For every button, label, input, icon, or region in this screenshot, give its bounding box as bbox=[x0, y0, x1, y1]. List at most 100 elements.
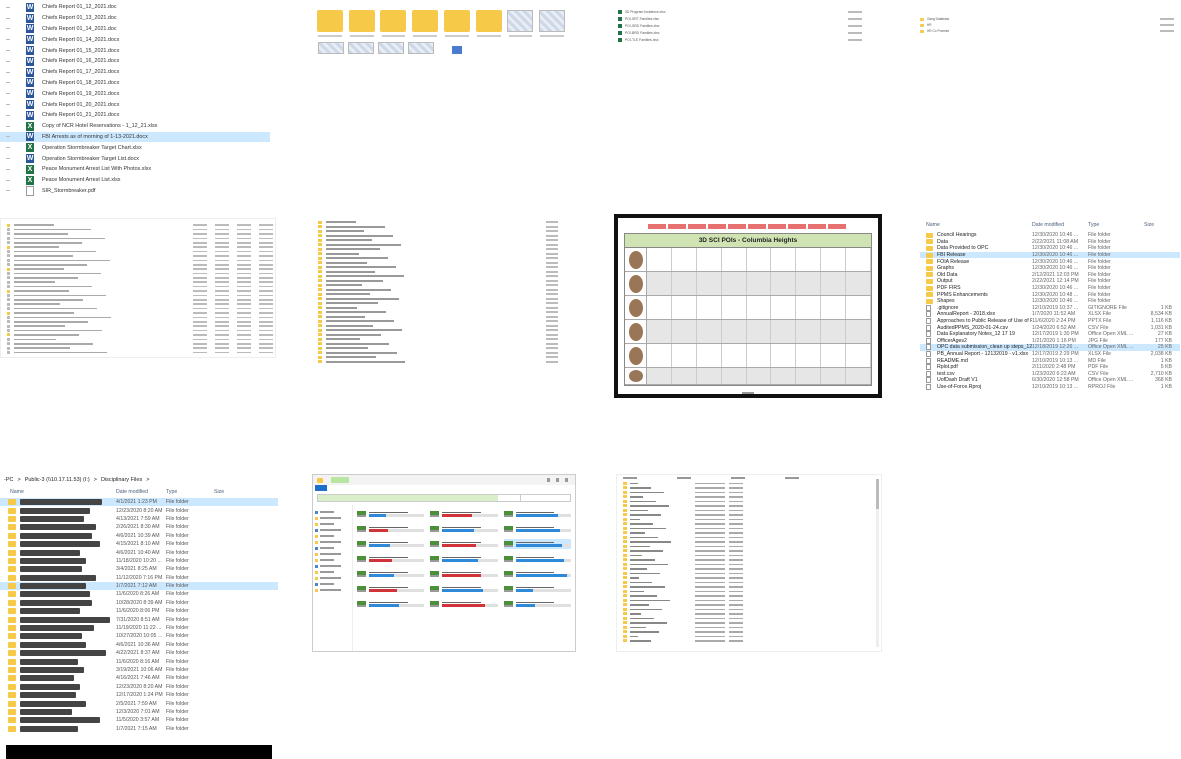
col-date[interactable]: Date modified bbox=[116, 489, 166, 495]
checkbox-icon[interactable] bbox=[6, 179, 10, 181]
file-row[interactable]: W Chiefs Report 01_15_2021.docx bbox=[0, 45, 270, 56]
folder-thumbnail[interactable] bbox=[475, 10, 503, 37]
column-header[interactable] bbox=[731, 477, 745, 479]
file-row[interactable]: W Chiefs Report 01_17_2021.docx bbox=[0, 67, 270, 78]
folder-row[interactable]: 12/23/2020 8:20 AM File folder bbox=[0, 506, 278, 514]
file-row[interactable]: W Chiefs Report 01_21_2021.docx bbox=[0, 110, 270, 121]
map-icon[interactable] bbox=[408, 42, 434, 54]
checkbox-icon[interactable] bbox=[6, 17, 10, 19]
folder-thumbnail[interactable] bbox=[380, 10, 408, 37]
file-row[interactable]: X Peace Monument Arrest List With Photos.… bbox=[0, 164, 270, 175]
folder-row[interactable]: 10/27/2020 10:05 ... File folder bbox=[0, 632, 278, 640]
file-row[interactable]: 3D Program Incidence.xlsx bbox=[618, 8, 862, 15]
file-row[interactable]: Approaches to Public Release of Use of F… bbox=[920, 318, 1180, 325]
manage-tab[interactable] bbox=[331, 477, 349, 483]
file-row[interactable]: W Chiefs Report 01_14_2021.docx bbox=[0, 34, 270, 45]
folder-row[interactable]: 3/4/2021 8:25 AM File folder bbox=[0, 565, 278, 573]
network-drive[interactable] bbox=[503, 599, 571, 609]
network-drive[interactable] bbox=[503, 584, 571, 594]
file-row[interactable]: W Chiefs Report 01_12_2021.doc bbox=[0, 2, 270, 13]
folder-row[interactable]: 4/6/2021 10:40 AM File folder bbox=[0, 548, 278, 556]
checkbox-icon[interactable] bbox=[6, 50, 10, 52]
network-drive[interactable] bbox=[503, 569, 571, 579]
folder-row[interactable]: 1/7/2021 7:15 AM File folder bbox=[0, 725, 278, 733]
folder-row[interactable]: 12/3/2020 7:01 AM File folder bbox=[0, 708, 278, 716]
file-row[interactable]: POI-SRD Families.xlsx bbox=[618, 22, 862, 29]
network-drive[interactable] bbox=[503, 539, 571, 549]
folder-row[interactable]: Council Hearings 12/30/2020 10:46 ... File… bbox=[920, 232, 1180, 239]
map-icon[interactable] bbox=[348, 42, 374, 54]
folder-row[interactable]: 2/26/2021 8:30 AM File folder bbox=[0, 523, 278, 531]
window-controls[interactable] bbox=[547, 478, 571, 482]
scrollbar[interactable] bbox=[876, 479, 879, 647]
folder-row[interactable]: Output 2/22/2021 12:14 PM File folder bbox=[920, 278, 1180, 285]
network-drive[interactable] bbox=[503, 509, 571, 519]
search-box[interactable] bbox=[520, 495, 570, 501]
file-row[interactable]: POI-SRT Families.xlsx bbox=[618, 15, 862, 22]
col-date[interactable]: Date modified bbox=[1032, 222, 1088, 228]
nav-item[interactable] bbox=[315, 587, 350, 593]
col-name[interactable]: Name bbox=[0, 489, 116, 495]
breadcrumb-pc[interactable]: -PC bbox=[4, 477, 13, 483]
folder-row[interactable]: 4/6/2021 10:36 AM File folder bbox=[0, 641, 278, 649]
checkbox-icon[interactable] bbox=[6, 190, 10, 192]
col-size[interactable]: Size bbox=[214, 489, 244, 495]
file-row[interactable]: AuditedPPMS_2020-01-24.csv 1/24/2020 6:52… bbox=[920, 324, 1180, 331]
folder-row[interactable]: 7/31/2020 8:51 AM File folder bbox=[0, 615, 278, 623]
file-row[interactable]: W Chiefs Report 01_20_2021.docx bbox=[0, 99, 270, 110]
col-type[interactable]: Type bbox=[1088, 222, 1144, 228]
folder-thumbnail[interactable] bbox=[411, 10, 439, 37]
checkbox-icon[interactable] bbox=[6, 147, 10, 149]
breadcrumb-share[interactable]: Public-3 (\\10.17.11.53) (I:) bbox=[25, 477, 90, 483]
file-row[interactable]: Rplot.pdf 2/11/2020 2:48 PM PDF File 5 KB bbox=[920, 364, 1180, 371]
checkbox-icon[interactable] bbox=[6, 71, 10, 73]
file-row[interactable]: UofDash Draft V1 6/30/2020 12:58 PM Office… bbox=[920, 377, 1180, 384]
file-row[interactable]: PB_Annual Report - 12132019 - v1.xlsx 12/… bbox=[920, 350, 1180, 358]
folder-row[interactable] bbox=[314, 360, 566, 365]
checkbox-icon[interactable] bbox=[6, 60, 10, 62]
file-row[interactable] bbox=[3, 350, 273, 355]
map-thumbnail[interactable] bbox=[507, 10, 535, 37]
network-drive[interactable] bbox=[430, 554, 498, 564]
folder-row[interactable]: Old Data 2/12/2021 12:03 PM File folder bbox=[920, 272, 1180, 279]
folder-row[interactable]: 2/5/2021 7:59 AM File folder bbox=[0, 699, 278, 707]
folder-row[interactable]: 11/6/2020 8:06 PM File folder bbox=[0, 607, 278, 615]
folder-row[interactable] bbox=[617, 639, 881, 644]
file-row[interactable]: W Chiefs Report 01_16_2021.docx bbox=[0, 56, 270, 67]
network-drive[interactable] bbox=[357, 599, 425, 609]
network-drive[interactable] bbox=[430, 524, 498, 534]
folder-row[interactable]: 11/6/2020 8:16 AM File folder bbox=[0, 657, 278, 665]
folder-row[interactable]: Shapes 12/30/2020 10:46 ... File folder bbox=[920, 298, 1180, 305]
network-drive[interactable] bbox=[357, 584, 425, 594]
folder-row[interactable]: 4/22/2021 8:37 AM File folder bbox=[0, 649, 278, 657]
file-row[interactable]: W Chiefs Report 01_18_2021.docx bbox=[0, 78, 270, 89]
folder-row[interactable]: 4/13/2021 7:59 AM File folder bbox=[0, 515, 278, 523]
folder-row[interactable]: Data Provided to OPC 12/30/2020 10:46 ...… bbox=[920, 245, 1180, 252]
folder-row[interactable]: FOIA Release 12/30/2020 10:46 ... File fol… bbox=[920, 258, 1180, 265]
network-drive[interactable] bbox=[357, 539, 425, 549]
folder-row[interactable]: 3/19/2021 10:06 AM File folder bbox=[0, 666, 278, 674]
folder-thumbnail[interactable] bbox=[443, 10, 471, 37]
file-row[interactable]: OfficerAges2 1/21/2020 1:16 PM JPG File 177… bbox=[920, 337, 1180, 345]
file-row[interactable]: W Operation Stormbreaker Target List.docx bbox=[0, 153, 270, 164]
folder-row[interactable]: Data 2/22/2021 11:08 AM File folder bbox=[920, 239, 1180, 246]
file-row[interactable]: .gitignore 12/10/2019 10:37 ... GITIGNORE … bbox=[920, 304, 1180, 312]
map-icon[interactable] bbox=[378, 42, 404, 54]
checkbox-icon[interactable] bbox=[6, 82, 10, 84]
checkbox-icon[interactable] bbox=[6, 158, 10, 160]
column-header[interactable] bbox=[785, 477, 799, 479]
network-drive[interactable] bbox=[430, 569, 498, 579]
folder-row[interactable]: 4/15/2021 8:10 AM File folder bbox=[0, 540, 278, 548]
checkbox-icon[interactable] bbox=[6, 136, 10, 138]
column-header[interactable] bbox=[677, 477, 691, 479]
network-drive[interactable] bbox=[430, 599, 498, 609]
folder-row[interactable]: 4/6/2021 10:39 AM File folder bbox=[0, 532, 278, 540]
checkbox-icon[interactable] bbox=[6, 125, 10, 127]
network-drive[interactable] bbox=[503, 554, 571, 564]
file-row[interactable]: AnnualReport - 2018.xlsx 1/7/2020 11:52 A… bbox=[920, 311, 1180, 318]
scrollbar-thumb[interactable] bbox=[876, 479, 879, 509]
network-drive[interactable] bbox=[503, 524, 571, 534]
folder-row[interactable]: HR Co Promise bbox=[920, 28, 1174, 34]
network-drive[interactable] bbox=[357, 524, 425, 534]
checkbox-icon[interactable] bbox=[6, 6, 10, 8]
